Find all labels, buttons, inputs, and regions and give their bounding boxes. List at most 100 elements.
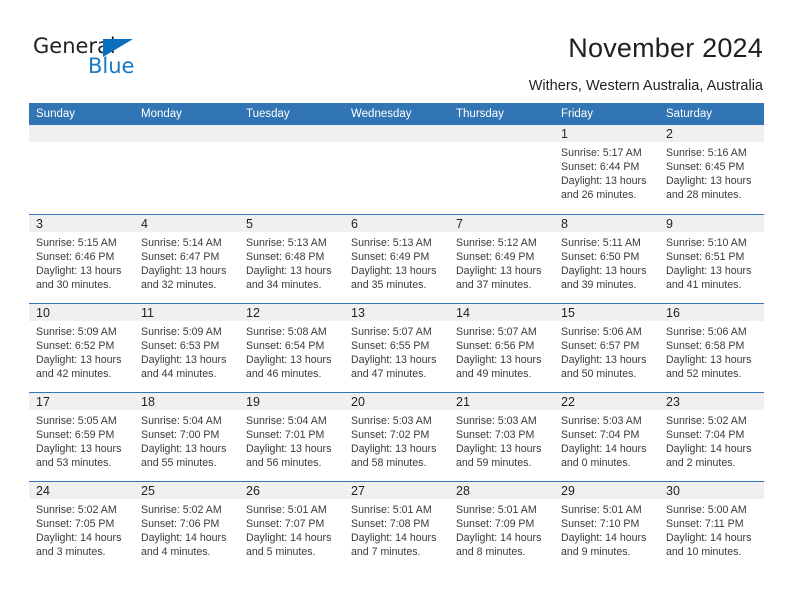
day-number: 1 [561,127,568,141]
daylight-line-1: Daylight: 13 hours [666,265,752,278]
day-number: 9 [666,217,673,231]
calendar-day-cell: 7 Sunrise: 5:12 AM Sunset: 6:49 PM Dayli… [449,215,554,303]
day-number: 2 [666,127,673,141]
calendar-day-cell: 16 Sunrise: 5:06 AM Sunset: 6:58 PM Dayl… [659,304,764,392]
sunset-line: Sunset: 6:49 PM [351,251,430,264]
daylight-line-1: Daylight: 13 hours [561,354,647,367]
daylight-line-2: and 41 minutes. [666,279,742,292]
sunset-line: Sunset: 7:04 PM [666,429,745,442]
daylight-line-2: and 35 minutes. [351,279,427,292]
sunrise-line: Sunrise: 5:01 AM [246,504,327,516]
daylight-line-1: Daylight: 13 hours [246,354,332,367]
weekday-header-monday: Monday [141,108,182,120]
page-title: November 2024 [568,33,763,63]
calendar-week-row: 17 Sunrise: 5:05 AM Sunset: 6:59 PM Dayl… [29,392,764,481]
day-number: 14 [456,306,470,320]
day-number-band: 3 [29,215,134,232]
calendar-week-row: 1 Sunrise: 5:17 AM Sunset: 6:44 PM Dayli… [29,125,764,214]
sunrise-line: Sunrise: 5:08 AM [246,326,327,338]
day-number: 17 [36,395,50,409]
day-details [134,142,239,146]
day-number-band [29,125,134,142]
calendar-day-cell [29,125,134,214]
day-details: Sunrise: 5:09 AM Sunset: 6:52 PM Dayligh… [29,321,134,381]
day-number: 29 [561,484,575,498]
sunset-line: Sunset: 7:11 PM [666,518,744,531]
daylight-line-1: Daylight: 14 hours [141,532,227,545]
day-number-band: 22 [554,393,659,410]
calendar-week-row: 3 Sunrise: 5:15 AM Sunset: 6:46 PM Dayli… [29,214,764,303]
day-number: 7 [456,217,463,231]
sunrise-line: Sunrise: 5:01 AM [456,504,537,516]
daylight-line-2: and 42 minutes. [36,368,112,381]
sunrise-line: Sunrise: 5:07 AM [351,326,432,338]
calendar-day-cell: 27 Sunrise: 5:01 AM Sunset: 7:08 PM Dayl… [344,482,449,570]
day-number-band [239,125,344,142]
daylight-line-2: and 4 minutes. [141,546,211,559]
sunset-line: Sunset: 7:05 PM [36,518,115,531]
day-number-band: 19 [239,393,344,410]
daylight-line-2: and 52 minutes. [666,368,742,381]
daylight-line-1: Daylight: 13 hours [561,265,647,278]
day-number: 11 [141,306,154,320]
sunrise-line: Sunrise: 5:02 AM [141,504,222,516]
calendar-day-cell [344,125,449,214]
calendar-week-row: 10 Sunrise: 5:09 AM Sunset: 6:52 PM Dayl… [29,303,764,392]
sunset-line: Sunset: 6:54 PM [246,340,325,353]
weekday-header-saturday: Saturday [666,108,713,120]
sunrise-line: Sunrise: 5:13 AM [246,237,327,249]
calendar-day-cell: 8 Sunrise: 5:11 AM Sunset: 6:50 PM Dayli… [554,215,659,303]
sunrise-line: Sunrise: 5:15 AM [36,237,117,249]
daylight-line-1: Daylight: 13 hours [351,443,437,456]
day-number-band [344,125,449,142]
daylight-line-1: Daylight: 14 hours [561,532,647,545]
daylight-line-1: Daylight: 14 hours [561,443,647,456]
day-details: Sunrise: 5:01 AM Sunset: 7:08 PM Dayligh… [344,499,449,559]
calendar-day-cell: 24 Sunrise: 5:02 AM Sunset: 7:05 PM Dayl… [29,482,134,570]
daylight-line-2: and 53 minutes. [36,457,112,470]
calendar-day-cell: 22 Sunrise: 5:03 AM Sunset: 7:04 PM Dayl… [554,393,659,481]
sunrise-line: Sunrise: 5:01 AM [351,504,432,516]
sunrise-line: Sunrise: 5:02 AM [666,415,747,427]
day-number-band: 25 [134,482,239,499]
daylight-line-2: and 56 minutes. [246,457,322,470]
day-details: Sunrise: 5:00 AM Sunset: 7:11 PM Dayligh… [659,499,764,559]
day-number-band: 5 [239,215,344,232]
daylight-line-1: Daylight: 14 hours [456,532,542,545]
daylight-line-1: Daylight: 14 hours [666,443,752,456]
daylight-line-1: Daylight: 13 hours [36,354,122,367]
sunrise-line: Sunrise: 5:04 AM [141,415,222,427]
sunrise-line: Sunrise: 5:09 AM [141,326,222,338]
calendar-day-cell: 9 Sunrise: 5:10 AM Sunset: 6:51 PM Dayli… [659,215,764,303]
calendar-day-cell: 12 Sunrise: 5:08 AM Sunset: 6:54 PM Dayl… [239,304,344,392]
sunset-line: Sunset: 6:57 PM [561,340,640,353]
day-details: Sunrise: 5:10 AM Sunset: 6:51 PM Dayligh… [659,232,764,292]
calendar-day-cell [239,125,344,214]
day-number: 30 [666,484,680,498]
daylight-line-2: and 50 minutes. [561,368,637,381]
day-number: 6 [351,217,358,231]
day-number-band: 17 [29,393,134,410]
sunset-line: Sunset: 6:58 PM [666,340,745,353]
daylight-line-1: Daylight: 13 hours [561,175,647,188]
calendar-day-cell: 26 Sunrise: 5:01 AM Sunset: 7:07 PM Dayl… [239,482,344,570]
calendar-day-cell [449,125,554,214]
daylight-line-2: and 7 minutes. [351,546,421,559]
sunrise-line: Sunrise: 5:09 AM [36,326,117,338]
day-number-band [449,125,554,142]
calendar-day-cell: 1 Sunrise: 5:17 AM Sunset: 6:44 PM Dayli… [554,125,659,214]
day-details: Sunrise: 5:09 AM Sunset: 6:53 PM Dayligh… [134,321,239,381]
daylight-line-1: Daylight: 13 hours [351,354,437,367]
calendar-day-cell: 14 Sunrise: 5:07 AM Sunset: 6:56 PM Dayl… [449,304,554,392]
daylight-line-2: and 2 minutes. [666,457,736,470]
daylight-line-1: Daylight: 13 hours [456,265,542,278]
calendar-day-cell: 28 Sunrise: 5:01 AM Sunset: 7:09 PM Dayl… [449,482,554,570]
sunrise-line: Sunrise: 5:14 AM [141,237,222,249]
day-details: Sunrise: 5:05 AM Sunset: 6:59 PM Dayligh… [29,410,134,470]
daylight-line-1: Daylight: 13 hours [666,354,752,367]
daylight-line-2: and 59 minutes. [456,457,532,470]
weekday-header-wednesday: Wednesday [351,108,412,120]
page-header: General Blue November 2024 Withers, West… [0,0,792,100]
sunset-line: Sunset: 6:56 PM [456,340,535,353]
day-number-band: 9 [659,215,764,232]
